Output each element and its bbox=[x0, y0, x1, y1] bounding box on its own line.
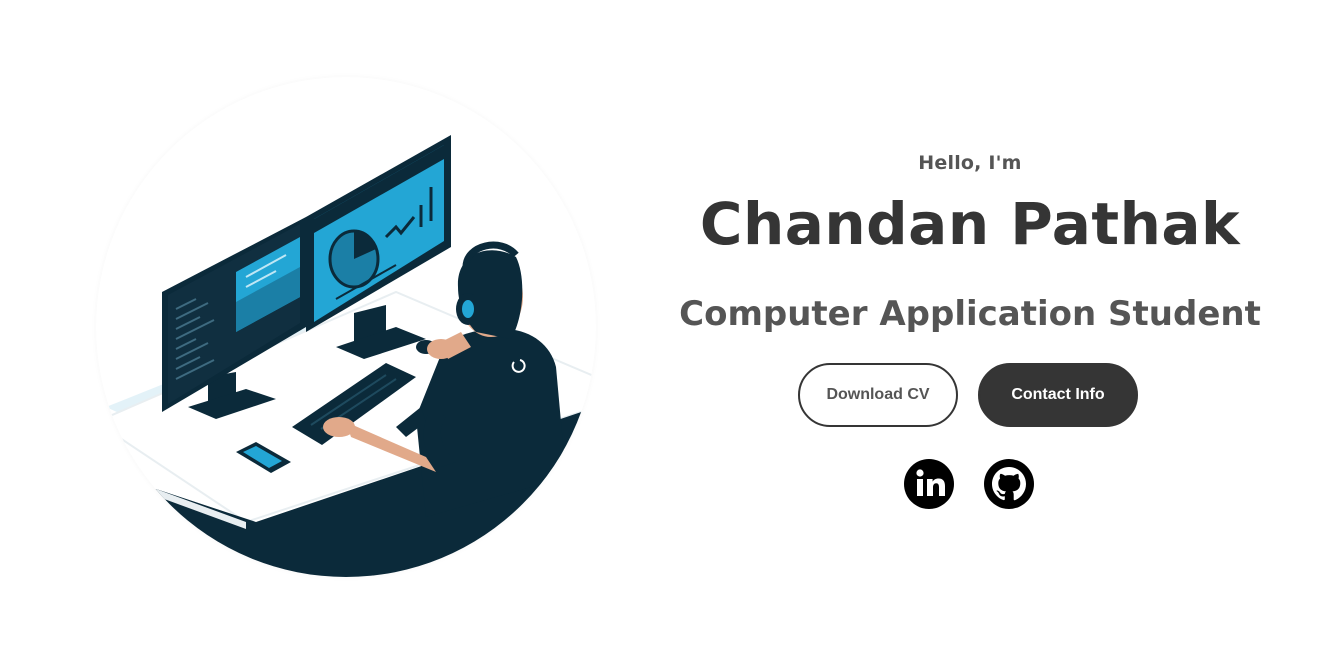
page: Hello, I'm Chandan Pathak Computer Appli… bbox=[0, 0, 1332, 666]
developer-at-desk-illustration bbox=[96, 135, 596, 577]
contact-info-button[interactable]: Contact Info bbox=[978, 363, 1138, 427]
action-buttons: Download CV Contact Info bbox=[798, 363, 1138, 427]
github-icon bbox=[984, 459, 1034, 509]
linkedin-icon bbox=[904, 459, 954, 509]
greeting-text: Hello, I'm bbox=[918, 152, 1022, 174]
download-cv-button[interactable]: Download CV bbox=[798, 363, 958, 427]
profile-illustration bbox=[96, 77, 596, 577]
social-links bbox=[903, 458, 1043, 510]
role-subtitle: Computer Application Student bbox=[679, 294, 1261, 334]
linkedin-link[interactable] bbox=[903, 458, 955, 510]
page-title: Chandan Pathak bbox=[699, 190, 1241, 258]
github-link[interactable] bbox=[983, 458, 1035, 510]
